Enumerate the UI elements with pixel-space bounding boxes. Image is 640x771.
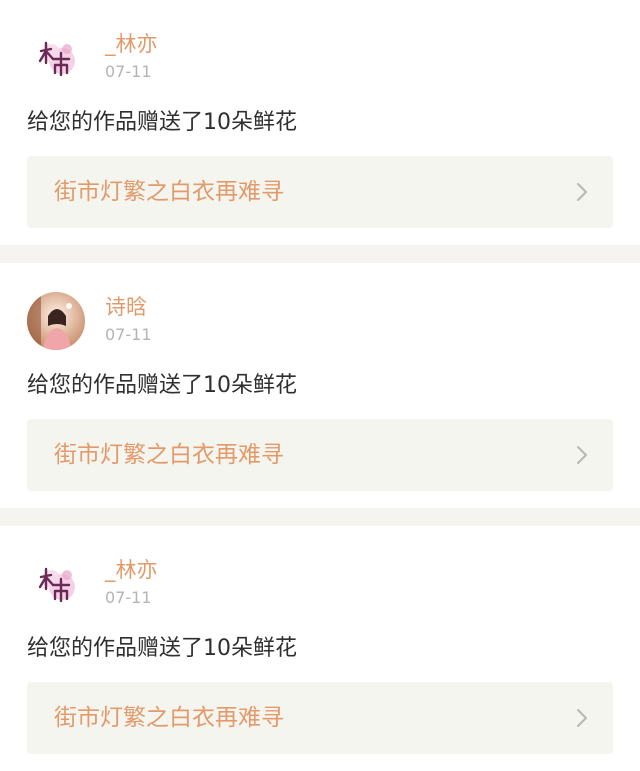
notification-item: _林亦 07-11 给您的作品赠送了10朵鲜花 街市灯繁之白衣再难寻 — [0, 526, 640, 771]
avatar[interactable] — [27, 29, 85, 87]
lin-yi-logo-icon — [27, 555, 85, 613]
work-link[interactable]: 街市灯繁之白衣再难寻 — [27, 682, 613, 754]
user-name[interactable]: 诗晗 — [105, 295, 147, 319]
avatar[interactable] — [27, 292, 85, 350]
portrait-photo-icon — [27, 292, 85, 350]
work-link[interactable]: 街市灯繁之白衣再难寻 — [27, 156, 613, 228]
gift-message: 给您的作品赠送了10朵鲜花 — [27, 373, 297, 398]
work-link[interactable]: 街市灯繁之白衣再难寻 — [27, 419, 613, 491]
notification-item: _林亦 07-11 给您的作品赠送了10朵鲜花 街市灯繁之白衣再难寻 — [0, 0, 640, 245]
chevron-right-icon — [577, 709, 587, 727]
chevron-right-icon — [577, 183, 587, 201]
work-title: 街市灯繁之白衣再难寻 — [54, 705, 284, 731]
lin-yi-logo-icon — [27, 29, 85, 87]
notification-feed: _林亦 07-11 给您的作品赠送了10朵鲜花 街市灯繁之白衣再难寻 诗晗 07… — [0, 0, 640, 771]
gift-message: 给您的作品赠送了10朵鲜花 — [27, 636, 297, 661]
user-name[interactable]: _林亦 — [105, 32, 158, 56]
notification-item: 诗晗 07-11 给您的作品赠送了10朵鲜花 街市灯繁之白衣再难寻 — [0, 263, 640, 508]
timestamp: 07-11 — [105, 62, 152, 81]
section-divider — [0, 245, 640, 263]
timestamp: 07-11 — [105, 588, 152, 607]
avatar[interactable] — [27, 555, 85, 613]
work-title: 街市灯繁之白衣再难寻 — [54, 442, 284, 468]
work-title: 街市灯繁之白衣再难寻 — [54, 179, 284, 205]
user-name[interactable]: _林亦 — [105, 558, 158, 582]
gift-message: 给您的作品赠送了10朵鲜花 — [27, 110, 297, 135]
chevron-right-icon — [577, 446, 587, 464]
timestamp: 07-11 — [105, 325, 152, 344]
section-divider — [0, 508, 640, 526]
